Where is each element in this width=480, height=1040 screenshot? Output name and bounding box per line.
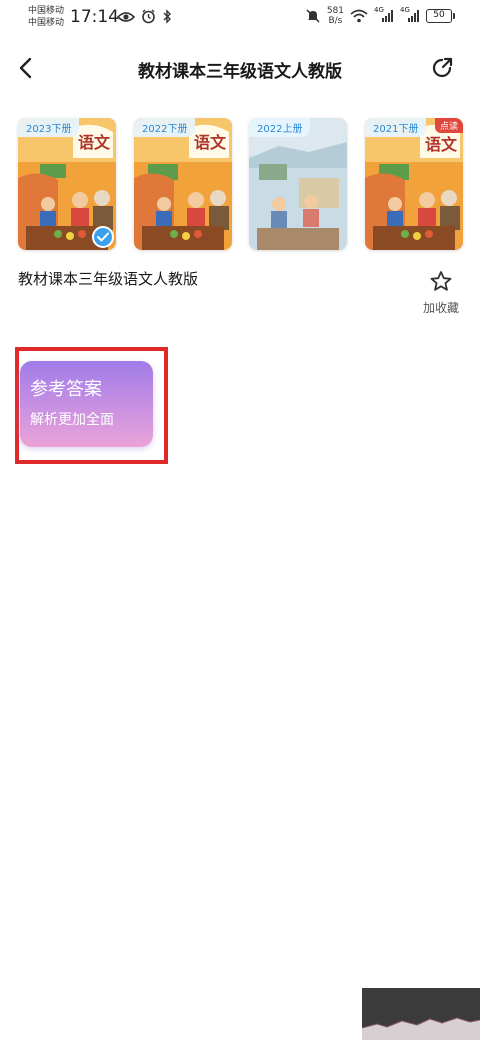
book-name: 教材课本三年级语文人教版 (18, 270, 199, 288)
year-tag: 2022上册 (249, 118, 311, 137)
svg-text:语文: 语文 (425, 135, 458, 154)
carrier-2: 中国移动 (28, 18, 65, 28)
selected-check-icon (92, 226, 114, 248)
book-list: 语文 2023下册 语文 2022下册 2022上册 语文 2021下册 点读 (18, 118, 468, 250)
clock: 17:14 (70, 7, 119, 27)
book-cover-1[interactable]: 语文 2023下册 (18, 118, 116, 250)
corner-thumbnail (362, 988, 480, 1040)
bluetooth-icon (163, 9, 171, 24)
status-icons-left (117, 9, 172, 24)
answer-card-subtitle: 解析更加全面 (30, 412, 114, 428)
net-speed-value: 581 (326, 6, 344, 16)
book-cover-2[interactable]: 语文 2022下册 (134, 118, 232, 250)
share-icon (432, 57, 453, 78)
net-speed: 581 B/s (327, 6, 344, 26)
share-button[interactable] (426, 52, 458, 84)
answer-card-title: 参考答案 (30, 379, 102, 400)
book-cover-4[interactable]: 语文 2021下册 点读 (365, 118, 463, 250)
mute-icon (306, 9, 320, 23)
eye-icon (117, 11, 135, 22)
year-tag: 2023下册 (18, 118, 80, 137)
carrier-labels: 中国移动 中国移动 (28, 5, 64, 29)
favorite-label: 加收藏 (422, 301, 459, 315)
carrier-1: 中国移动 (28, 6, 65, 16)
read-along-badge: 点读 (434, 118, 463, 133)
wifi-icon (350, 9, 368, 23)
book-cover-3[interactable]: 2022上册 (249, 118, 347, 250)
battery-icon: 50 (426, 9, 455, 23)
textbook-cover-image: 语文 (134, 118, 232, 250)
star-icon (430, 271, 452, 291)
alarm-icon (142, 9, 155, 24)
reference-answer-card[interactable]: 参考答案 解析更加全面 (20, 361, 153, 447)
year-tag: 2021下册 (365, 118, 427, 137)
status-bar: 中国移动 中国移动 17:14 581 B/s 4G 4G 50 (0, 0, 480, 36)
textbook-cover-image (249, 118, 347, 250)
add-favorite-button[interactable]: 加收藏 (420, 270, 462, 320)
svg-text:语文: 语文 (194, 133, 227, 152)
signal-icon: 4G (374, 6, 394, 23)
net-speed-unit: B/s (328, 16, 343, 26)
page-title: 教材课本三年级语文人教版 (138, 62, 342, 82)
signal-icon-2: 4G (400, 6, 420, 23)
svg-text:语文: 语文 (78, 133, 111, 152)
header-bar: 教材课本三年级语文人教版 (0, 44, 480, 92)
status-icons-right: 581 B/s 4G 4G 50 (305, 6, 455, 26)
textbook-cover-image: 语文 (365, 118, 463, 250)
year-tag: 2022下册 (134, 118, 196, 137)
